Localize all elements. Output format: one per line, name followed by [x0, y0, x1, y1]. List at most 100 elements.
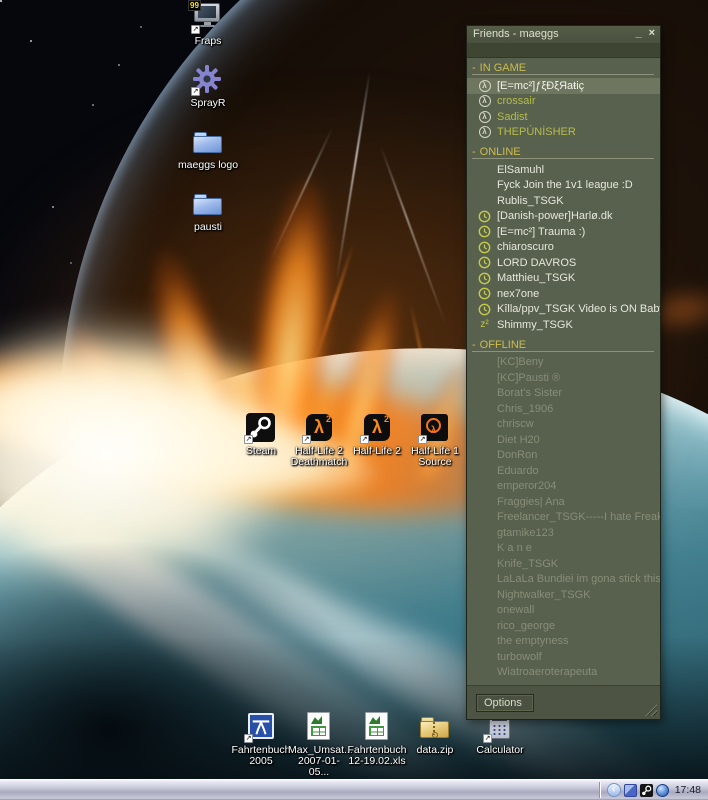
steam-tray-icon[interactable] — [640, 784, 653, 797]
minimize-button[interactable]: _ — [635, 26, 641, 43]
friend-row[interactable]: λTHEPÚNİSHER — [467, 125, 660, 141]
friend-row[interactable]: [E=mc²] Trauma :) — [467, 224, 660, 240]
friends-section-header-in-game[interactable]: -IN GAME — [472, 62, 654, 75]
friend-row[interactable]: Chris_1906 — [467, 401, 660, 417]
messenger-tray-icon[interactable] — [624, 784, 637, 797]
friend-row[interactable]: λSadist — [467, 109, 660, 125]
friend-row[interactable]: z²Shimmy_TSGK — [467, 317, 660, 333]
offline-status — [478, 418, 491, 431]
ingame-lambda-icon: λ — [479, 126, 491, 138]
excel-icon — [302, 711, 336, 743]
offline-status — [478, 402, 491, 415]
hide-icons-chevron-icon[interactable]: ‹ — [607, 783, 621, 797]
friend-row[interactable]: Matthieu_TSGK — [467, 271, 660, 287]
friend-row[interactable]: rico_george — [467, 618, 660, 634]
friend-row[interactable]: emperor204 — [467, 479, 660, 495]
friend-row[interactable]: ElSamuhl — [467, 162, 660, 178]
friend-name: [E=mc²] Trauma :) — [497, 226, 585, 238]
friend-name: Fyck Join the 1v1 league :D — [497, 179, 633, 191]
desktop-icon-data-zip[interactable]: data.zip — [406, 711, 464, 778]
desktop-icon-max-umsat[interactable]: Max_Umsat... 2007-01-05... — [290, 711, 348, 778]
friend-row[interactable]: Borat's Sister — [467, 386, 660, 402]
offline-status — [478, 387, 491, 400]
friend-name: Fraggies| Ana — [497, 496, 565, 508]
folder-icon — [191, 188, 225, 220]
friend-row[interactable]: DonRon — [467, 448, 660, 464]
desktop-icons-middle: ↗Steam λ2↗Half-Life 2 Deathmatch λ2↗Half… — [232, 412, 464, 468]
resize-grip[interactable] — [644, 703, 657, 716]
collapse-toggle-icon[interactable]: - — [472, 62, 476, 74]
taskbar[interactable]: ‹ 17:48 — [0, 779, 708, 800]
friend-row[interactable]: nex7one — [467, 286, 660, 302]
desktop-icon-pausti[interactable]: pausti — [172, 188, 244, 233]
friend-row[interactable]: Knife_TSGK — [467, 556, 660, 572]
ingame-lambda-icon: λ — [479, 80, 491, 92]
friend-name: K a n e — [497, 542, 532, 554]
away-status — [478, 225, 491, 238]
desktop-icons-left: 99↗Fraps ↗SprayRmaeggs logopausti — [172, 2, 244, 233]
collapse-toggle-icon[interactable]: - — [472, 146, 476, 158]
friend-row[interactable]: Diet H20 — [467, 432, 660, 448]
friend-row[interactable]: Wiatroaeroterapeuta — [467, 665, 660, 681]
friend-row[interactable]: Rublis_TSGK — [467, 193, 660, 209]
friend-row[interactable]: chriscw — [467, 417, 660, 433]
friends-section-header-offline[interactable]: -OFFLINE — [472, 339, 654, 352]
friend-row[interactable]: onewall — [467, 603, 660, 619]
desktop-icon-steam[interactable]: ↗Steam — [232, 412, 290, 468]
ingame-lambda-icon: λ — [479, 111, 491, 123]
friend-row[interactable]: LaLaLa Bundiei im gona stick this way, L… — [467, 572, 660, 588]
shortcut-arrow-icon: ↗ — [191, 25, 200, 34]
offline-status — [478, 650, 491, 663]
folder-icon — [191, 126, 225, 158]
offline-status — [478, 588, 491, 601]
friend-row[interactable]: Eduardo — [467, 463, 660, 479]
friend-row[interactable]: the emptyness — [467, 634, 660, 650]
friend-row[interactable]: LORD DAVROS — [467, 255, 660, 271]
desktop-icon-label: Max_Umsat... 2007-01-05... — [288, 745, 350, 778]
friend-name: Nightwalker_TSGK — [497, 589, 591, 601]
zip-icon — [418, 711, 452, 743]
friend-name: Borat's Sister — [497, 387, 562, 399]
friend-row[interactable]: [KC]Beny — [467, 355, 660, 371]
friend-name: gtamike123 — [497, 527, 554, 539]
friend-row[interactable]: [Danish-power]Harlø.dk — [467, 209, 660, 225]
friends-section-header-online[interactable]: -ONLINE — [472, 146, 654, 159]
friend-row[interactable]: λ[E=mc²]ƒξÐξЯaŧiç — [467, 78, 660, 94]
friend-row[interactable]: gtamike123 — [467, 525, 660, 541]
friend-row[interactable]: [KC]Pausti ® — [467, 370, 660, 386]
desktop-icon-half-life-1-source[interactable]: λ↗Half-Life 1 Source — [406, 412, 464, 468]
desktop-icon-fahrtenbuch-2005[interactable]: ↗Fahrtenbuch 2005 — [232, 711, 290, 778]
desktop-icon-label: Half-Life 1 Source — [406, 446, 464, 468]
friend-row[interactable]: Freelancer_TSGK-----I hate Freaking POSE… — [467, 510, 660, 526]
friend-row[interactable]: turbowolf — [467, 649, 660, 665]
offline-status — [478, 464, 491, 477]
friend-row[interactable]: Kîlla/ppv_TSGK Video is ON Baby 4 real !… — [467, 302, 660, 318]
desktop-icon-half-life-2[interactable]: λ2↗Half-Life 2 — [348, 412, 406, 468]
friend-row[interactable]: K a n e — [467, 541, 660, 557]
desktop-icon-half-life-2-deathmatch[interactable]: λ2↗Half-Life 2 Deathmatch — [290, 412, 348, 468]
close-button[interactable]: × — [649, 26, 655, 43]
section-label: OFFLINE — [480, 339, 526, 351]
friend-name: ElSamuhl — [497, 164, 544, 176]
blue-app-tray-icon[interactable] — [656, 784, 669, 797]
offline-status — [478, 480, 491, 493]
offline-status — [478, 511, 491, 524]
friend-row[interactable]: Fraggies| Ana — [467, 494, 660, 510]
desktop-icon-maeggs-logo[interactable]: maeggs logo — [172, 126, 244, 171]
friend-row[interactable]: Fyck Join the 1v1 league :D — [467, 178, 660, 194]
desktop-icon-label: SprayR — [190, 98, 225, 109]
desktop-icon-label: Steam — [246, 446, 276, 457]
desktop-icon-fahrtenbuch-xls[interactable]: Fahrtenbuch 12-19.02.xls — [348, 711, 406, 778]
desktop-icons-bottom: ↗Fahrtenbuch 2005 Max_Umsat... 2007-01-0… — [232, 711, 529, 778]
desktop-icon-fraps[interactable]: 99↗Fraps — [172, 2, 244, 47]
offline-status — [478, 433, 491, 446]
friends-window-titlebar[interactable]: Friends - maeggs _ × — [467, 26, 660, 43]
friend-row[interactable]: chiaroscuro — [467, 240, 660, 256]
friend-row[interactable]: Nightwalker_TSGK — [467, 587, 660, 603]
friend-row[interactable]: λcrossair — [467, 94, 660, 110]
friend-name: rico_george — [497, 620, 555, 632]
desktop-icon-sprayr[interactable]: ↗SprayR — [172, 64, 244, 109]
options-button[interactable]: Options — [476, 694, 534, 712]
collapse-toggle-icon[interactable]: - — [472, 339, 476, 351]
desktop-icon-calculator[interactable]: ↗Calculator — [471, 711, 529, 778]
